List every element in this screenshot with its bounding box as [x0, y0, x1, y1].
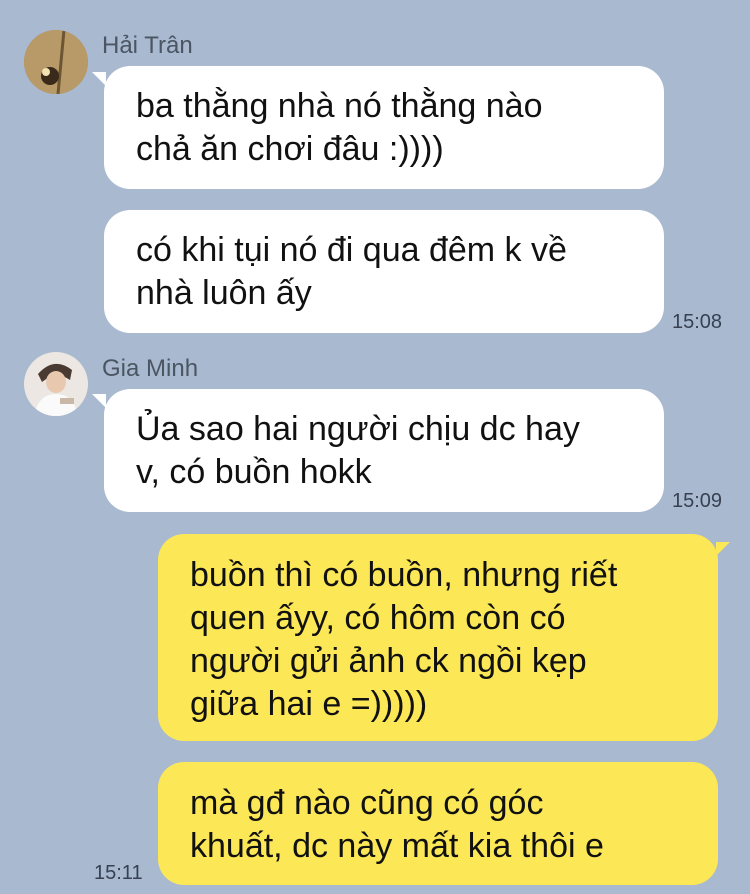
message-bubble[interactable]: Ủa sao hai người chịu dc hay v, có buồn …	[104, 389, 664, 512]
sender-name-gia-minh: Gia Minh	[102, 355, 199, 382]
bubble-tail	[92, 72, 106, 86]
gia-minh-avatar[interactable]	[24, 352, 88, 416]
message-timestamp: 15:11	[94, 862, 143, 884]
message-timestamp: 15:09	[672, 490, 723, 512]
sender-name-hai-tran: Hải Trân	[102, 32, 193, 59]
bubble-tail	[716, 542, 730, 556]
message-bubble[interactable]: mà gđ nào cũng có góc khuất, dc này mất …	[158, 762, 718, 885]
message-bubble[interactable]: ba thằng nhà nó thằng nào chả ăn chơi đâ…	[104, 66, 664, 189]
message-bubble[interactable]: buồn thì có buồn, nhưng riết quen ấyy, c…	[158, 534, 718, 741]
message-timestamp: 15:08	[672, 311, 723, 333]
bubble-tail	[92, 394, 106, 408]
message-bubble[interactable]: có khi tụi nó đi qua đêm k về nhà luôn ấ…	[104, 210, 664, 333]
hai-tran-avatar[interactable]	[24, 30, 88, 94]
